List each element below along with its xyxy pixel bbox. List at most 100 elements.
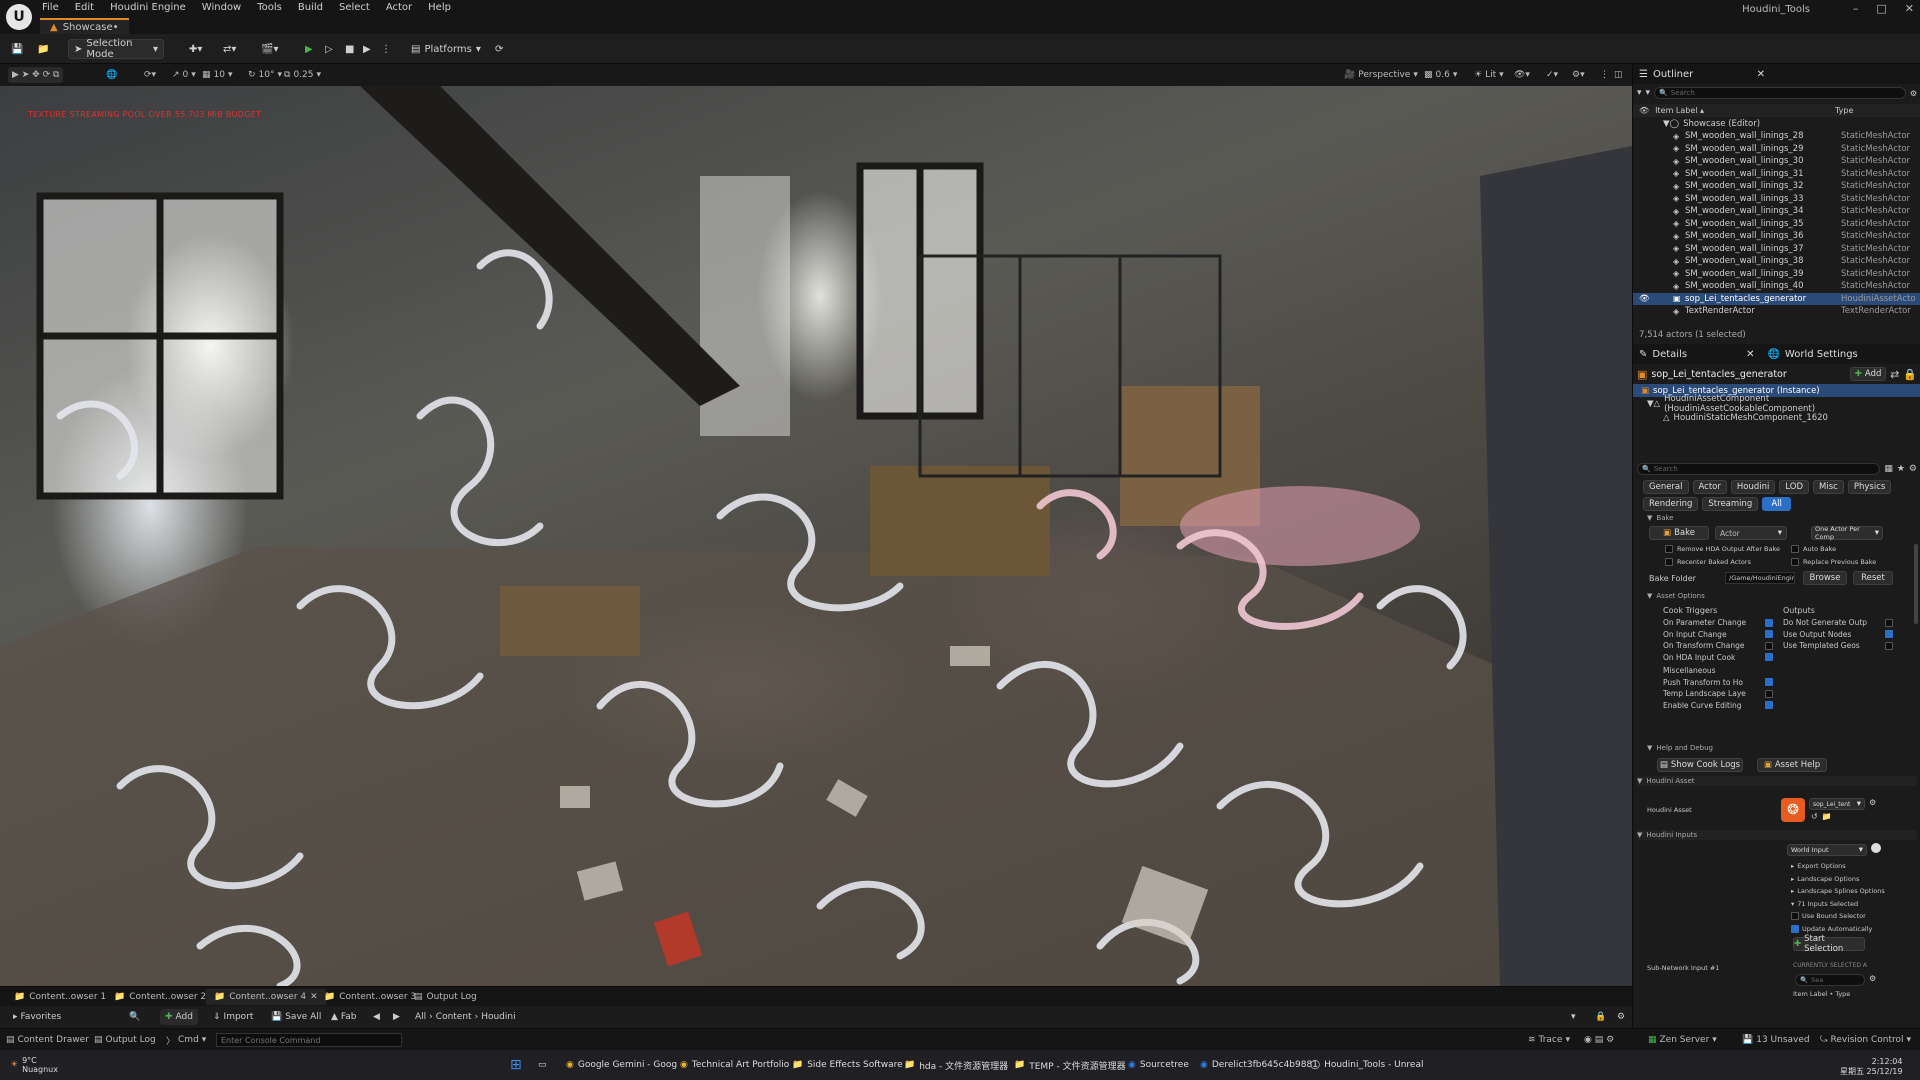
outliner-row[interactable]: ◈ SM_wooden_wall_linings_33 StaticMeshActo… [1633, 193, 1920, 206]
component-row-houdini[interactable]: ▼△ HoudiniAssetComponent (HoudiniAssetCoo… [1633, 394, 1920, 414]
favorite-icon[interactable]: ★ [1897, 464, 1905, 474]
performance-icon[interactable]: ✓▾ [1542, 67, 1562, 83]
outliner-row[interactable]: ◈ SM_wooden_wall_linings_29 StaticMeshActo… [1633, 143, 1920, 156]
filter-icon[interactable]: ▾ [1637, 88, 1642, 98]
reset-asset-icon[interactable]: ⚙ [1869, 798, 1876, 807]
filter-misc[interactable]: Misc [1813, 480, 1844, 494]
misc-push-transform[interactable]: Push Transform to Ho [1663, 677, 1773, 689]
input-search-box[interactable]: 🔍 Sea [1795, 974, 1865, 986]
misc-checkbox[interactable] [1765, 689, 1773, 698]
clear-input-icon[interactable] [1871, 843, 1881, 853]
tab-content-browser-2[interactable]: 📁 Content..owser 2 [106, 989, 214, 1005]
misc-curve-editing[interactable]: Enable Curve Editing [1663, 700, 1773, 712]
filter-lod[interactable]: LOD [1779, 480, 1810, 494]
outliner-search-box[interactable]: 🔍 Search [1654, 87, 1906, 99]
outliner-row[interactable]: ◈ SM_wooden_wall_linings_31 StaticMeshActo… [1633, 168, 1920, 181]
unreal-logo-icon[interactable]: U [6, 4, 32, 30]
fab-button[interactable]: ▲ Fab [326, 1009, 362, 1025]
help-debug-header[interactable]: ▼ Help and Debug [1647, 744, 1713, 752]
recenter-checkbox[interactable] [1665, 558, 1673, 566]
taskbar-app-hda[interactable]: 📁 hda - 文件资源管理器 [904, 1057, 1008, 1073]
clock[interactable]: 2:12:04 星期五 25/12/19 [1840, 1057, 1902, 1076]
input-landscape-splines-options[interactable]: ▸ Landscape Splines Options [1791, 885, 1885, 898]
breadcrumb-all[interactable]: All [415, 1012, 426, 1022]
settings-icon[interactable]: ⚙▾ [1568, 67, 1589, 83]
layout-icon[interactable]: ◫ [1610, 67, 1627, 83]
details-search-box[interactable]: 🔍 Search [1637, 462, 1881, 475]
blueprint-icon[interactable]: ⇄▾ [218, 39, 241, 59]
houdini-inputs-header[interactable]: ▼ Houdini Inputs [1637, 830, 1917, 840]
lock-icon[interactable]: 🔒 [1903, 368, 1917, 381]
input-type-dropdown[interactable]: World Input ▾ [1787, 844, 1867, 856]
col-item-label[interactable]: Item Label ▴ [1655, 106, 1704, 115]
zen-server-button[interactable]: ▦ Zen Server ▾ [1648, 1032, 1717, 1048]
trigger-transform-change[interactable]: On Transform Change [1663, 640, 1773, 652]
outliner-row[interactable]: ◈ SM_wooden_wall_linings_30 StaticMeshActo… [1633, 155, 1920, 168]
visibility-icon[interactable]: 👁 [1639, 106, 1649, 115]
replace-option[interactable]: Replace Previous Bake [1791, 558, 1876, 566]
remove-hda-option[interactable]: Remove HDA Output After Bake [1665, 545, 1780, 553]
output-use-output-nodes[interactable]: Use Output Nodes [1783, 629, 1893, 641]
trigger-checkbox[interactable] [1765, 641, 1773, 650]
browse-button[interactable]: Browse [1803, 571, 1847, 585]
input-export-options[interactable]: ▸ Export Options [1791, 860, 1885, 873]
menu-file[interactable]: File [42, 2, 59, 16]
details-settings-icon[interactable]: ⚙ [1909, 464, 1917, 474]
level-viewport[interactable]: TEXTURE STREAMING POOL OVER 55.703 MiB B… [0, 86, 1632, 986]
breadcrumb-content[interactable]: Content [436, 1012, 472, 1022]
selection-mode-dropdown[interactable]: ➤ Selection Mode ▾ [68, 38, 164, 60]
outliner-row[interactable]: 👁 ▣ sop_Lei_tentacles_generator HoudiniAsse… [1633, 292, 1920, 305]
stop-icon[interactable]: ■ [340, 39, 359, 59]
browse-asset-icon[interactable]: 📁 [1822, 812, 1832, 821]
breadcrumb-houdini[interactable]: Houdini [481, 1012, 515, 1022]
update-auto-checkbox[interactable] [1791, 924, 1799, 933]
content-drawer-button[interactable]: ▤ Content Drawer [6, 1032, 89, 1048]
input-search-settings-icon[interactable]: ⚙ [1869, 974, 1876, 983]
output-checkbox[interactable] [1885, 641, 1893, 650]
output-checkbox[interactable] [1885, 630, 1893, 639]
bound-selector-checkbox[interactable] [1791, 912, 1799, 921]
outliner-row[interactable]: ◈ SM_wooden_wall_linings_40 StaticMeshActo… [1633, 280, 1920, 293]
outliner-root[interactable]: ▼◯ Showcase (Editor) [1633, 118, 1920, 131]
taskbar-app-sidefx[interactable]: 📁 Side Effects Software - [792, 1057, 909, 1073]
revision-control-button[interactable]: ⤿ Revision Control ▾ [1820, 1032, 1911, 1048]
outliner-row[interactable]: ◈ SM_wooden_wall_linings_34 StaticMeshActo… [1633, 205, 1920, 218]
grid-snap[interactable]: ▦ 10 ▾ [198, 67, 237, 83]
asset-options-header[interactable]: ▼ Asset Options [1647, 592, 1705, 600]
visibility-icon[interactable]: 👁 [1639, 294, 1650, 304]
step-icon[interactable]: ▷ [320, 39, 338, 59]
menu-actor[interactable]: Actor [386, 2, 412, 16]
trigger-checkbox[interactable] [1765, 630, 1773, 639]
component-row-mesh[interactable]: △ HoudiniStaticMeshComponent_1620 [1633, 412, 1920, 425]
bake-section-header[interactable]: ▼ Bake [1647, 514, 1674, 522]
outliner-row[interactable]: ◈ SM_wooden_wall_linings_35 StaticMeshActo… [1633, 218, 1920, 231]
taskbar-app-portfolio[interactable]: ◉ Technical Art Portfolio [680, 1057, 789, 1073]
output-log-button[interactable]: ▤ Output Log [94, 1032, 156, 1048]
tab-output-log[interactable]: ▤ Output Log [406, 989, 485, 1005]
play-icon[interactable]: ▶ [300, 39, 318, 59]
input-selected-count[interactable]: ▾ 71 Inputs Selected [1791, 898, 1885, 911]
output-checkbox[interactable] [1885, 618, 1893, 627]
outliner-row[interactable]: ◈ SM_wooden_wall_linings_38 StaticMeshActo… [1633, 255, 1920, 268]
refresh-icon[interactable]: ⟳ [490, 39, 508, 59]
misc-checkbox[interactable] [1765, 701, 1773, 710]
auto-bake-checkbox[interactable] [1791, 545, 1799, 553]
details-scrollbar[interactable] [1914, 544, 1918, 624]
world-settings-tab[interactable]: World Settings [1785, 349, 1858, 360]
details-title[interactable]: Details [1652, 349, 1687, 360]
console-command-input[interactable] [216, 1033, 402, 1047]
menu-select[interactable]: Select [339, 2, 370, 16]
filter-rendering[interactable]: Rendering [1643, 497, 1699, 511]
filter-streaming[interactable]: Streaming [1702, 497, 1759, 511]
close-icon[interactable]: ✕ [1905, 2, 1914, 15]
platforms-button[interactable]: ▤ Platforms ▾ [406, 39, 486, 59]
filter-general[interactable]: General [1643, 480, 1689, 494]
output-templated-geos[interactable]: Use Templated Geos [1783, 640, 1893, 652]
close-icon[interactable]: ✕ [1746, 349, 1754, 360]
favorites-toggle[interactable]: ▸ Favorites [8, 1009, 66, 1025]
menu-tools[interactable]: Tools [257, 2, 282, 16]
recenter-option[interactable]: Recenter Baked Actors [1665, 558, 1751, 566]
cb-settings-icon[interactable]: ⚙ [1612, 1009, 1630, 1025]
history-forward-icon[interactable]: ▶ [388, 1009, 405, 1025]
outliner-add-icon[interactable]: ▾ [1646, 88, 1651, 98]
